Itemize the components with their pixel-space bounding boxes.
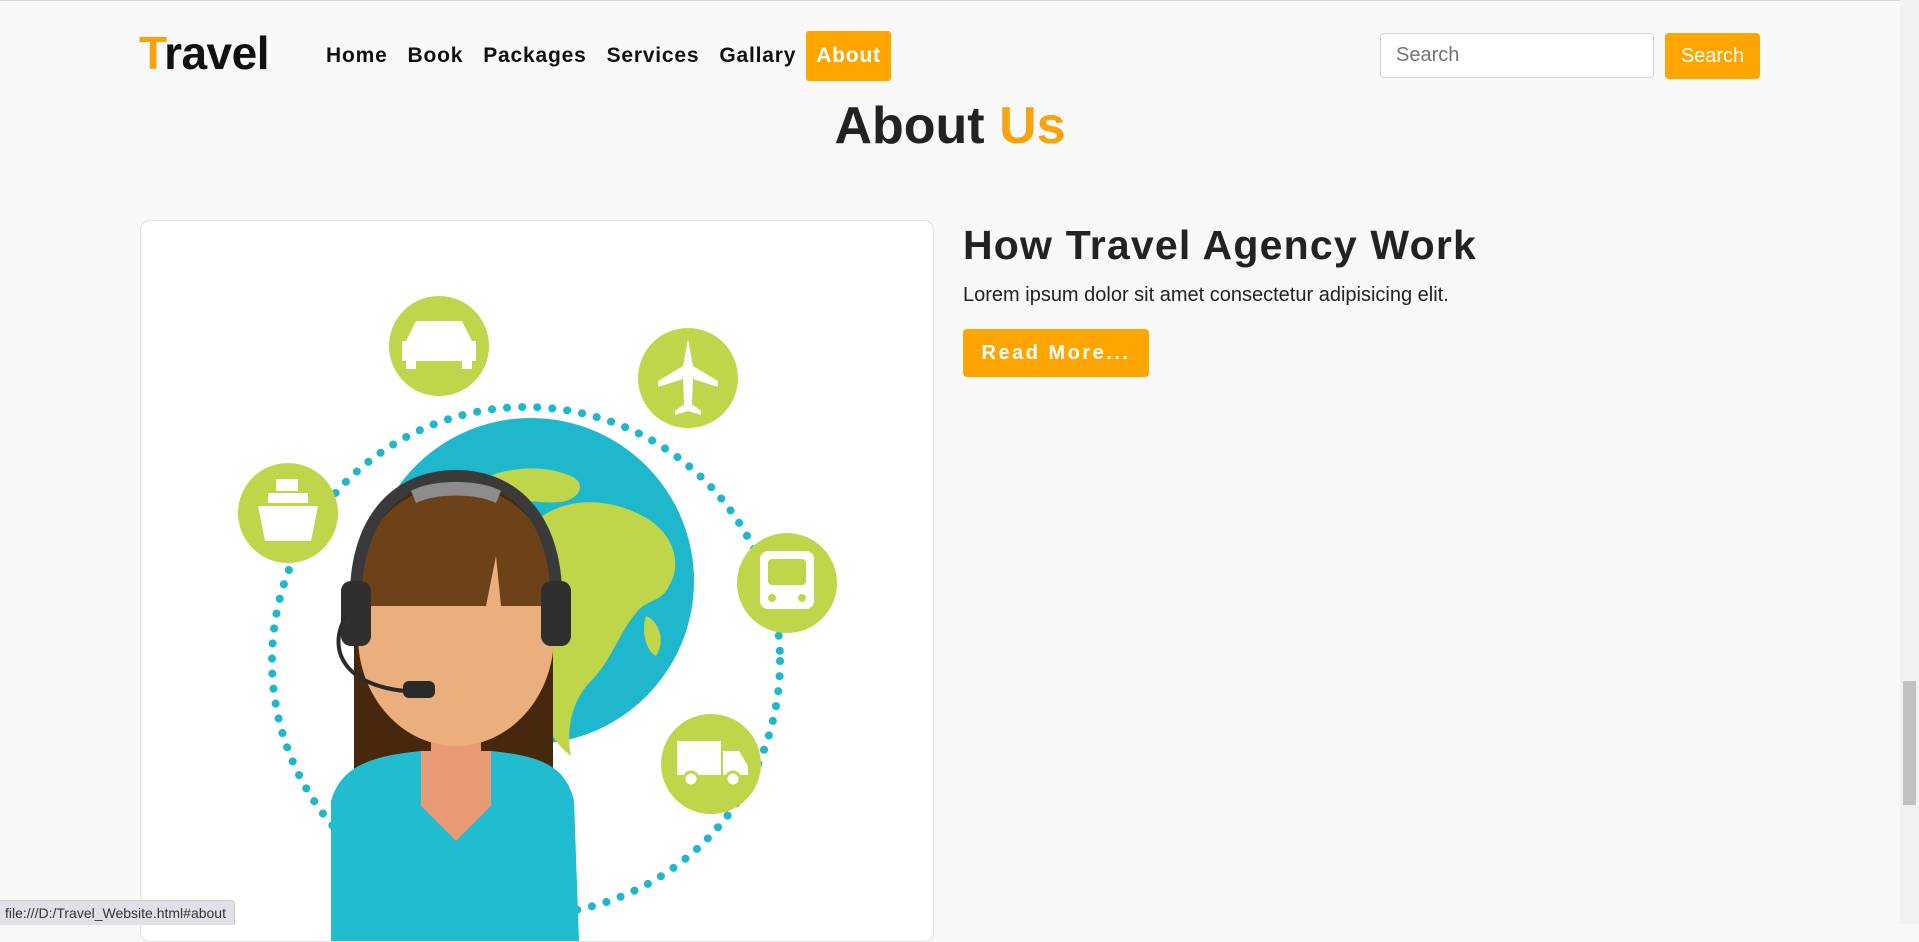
status-bar-url: file:///D:/Travel_Website.html#about (0, 900, 235, 925)
airplane-icon (638, 328, 738, 428)
nav-item-services[interactable]: Services (597, 31, 710, 81)
car-icon (389, 296, 489, 396)
nav-item-about[interactable]: About (806, 31, 891, 81)
brand-rest: ravel (164, 27, 269, 79)
about-content: How Travel Agency Work Lorem ipsum dolor… (963, 220, 1477, 377)
search-button[interactable]: Search (1665, 33, 1760, 79)
nav-item-book[interactable]: Book (398, 31, 474, 81)
brand-logo[interactable]: Travel (139, 25, 269, 81)
section-title: About Us (0, 96, 1900, 156)
about-image-card (140, 220, 934, 942)
search-input[interactable] (1380, 33, 1654, 78)
section-title-main: About (834, 97, 985, 155)
nav-item-gallary[interactable]: Gallary (709, 31, 806, 81)
agent-illustration (238, 296, 837, 941)
nav-menu: Home Book Packages Services Gallary Abou… (316, 31, 891, 81)
section-title-accent: Us (999, 97, 1066, 155)
ship-icon (238, 463, 338, 563)
nav-item-home[interactable]: Home (316, 31, 398, 81)
truck-icon (661, 714, 761, 814)
bus-icon (737, 533, 837, 633)
brand-first-letter: T (139, 27, 165, 79)
about-text: Lorem ipsum dolor sit amet consectetur a… (963, 284, 1449, 306)
scrollbar-thumb[interactable] (1903, 681, 1916, 805)
read-more-button[interactable]: Read More... (963, 329, 1149, 377)
navbar: Travel Home Book Packages Services Galla… (0, 1, 1900, 109)
face (356, 486, 556, 746)
about-title: How Travel Agency Work (963, 222, 1477, 268)
nav-item-packages[interactable]: Packages (473, 31, 596, 81)
